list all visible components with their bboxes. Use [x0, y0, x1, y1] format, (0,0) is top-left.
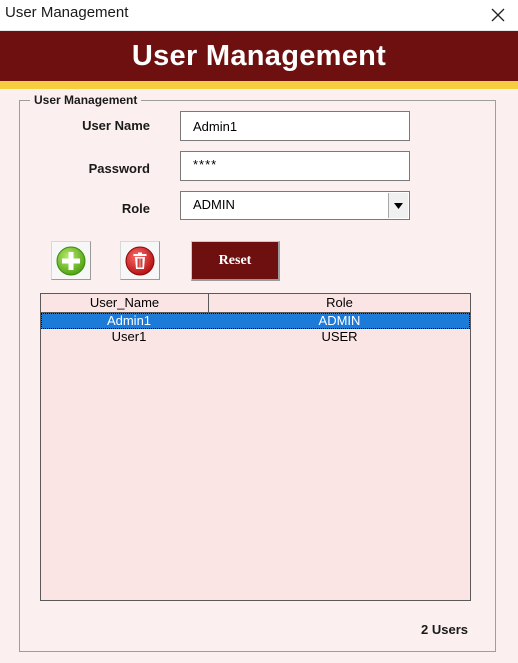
role-label: Role: [121, 201, 150, 216]
list-header: User_Name Role: [41, 294, 470, 313]
add-user-icon: [56, 246, 86, 275]
reset-button[interactable]: Reset: [191, 241, 280, 281]
username-input[interactable]: [180, 111, 410, 141]
group-label: User Management: [30, 93, 142, 107]
window-title: User Management: [5, 4, 129, 21]
delete-user-icon: [125, 246, 155, 275]
cell-role: ADMIN: [318, 313, 361, 328]
accent-bar: [0, 81, 518, 89]
close-icon: [491, 8, 505, 22]
window-titlebar: User Management: [0, 0, 518, 31]
page-title: User Management: [131, 39, 387, 72]
table-row[interactable]: User1 USER: [41, 329, 470, 345]
cell-user-name: User1: [111, 329, 147, 344]
delete-user-button[interactable]: [120, 241, 160, 280]
table-row[interactable]: Admin1 ADMIN: [41, 313, 470, 329]
cell-role: USER: [321, 329, 358, 344]
column-header-user-name[interactable]: User_Name: [41, 294, 209, 312]
role-select[interactable]: ADMIN: [180, 191, 410, 220]
chevron-down-icon: [394, 202, 403, 209]
cell-user-name: Admin1: [106, 313, 152, 328]
username-label: User Name: [82, 118, 150, 133]
password-input[interactable]: ****: [180, 151, 410, 181]
column-header-role[interactable]: Role: [209, 294, 470, 312]
password-label: Password: [88, 161, 150, 176]
close-button[interactable]: [478, 0, 518, 30]
header-banner: User Management: [0, 31, 518, 81]
add-user-button[interactable]: [51, 241, 91, 280]
role-select-value: ADMIN: [193, 197, 235, 212]
users-list[interactable]: User_Name Role Admin1 ADMIN User1 USER: [40, 293, 471, 601]
user-count: 2 Users: [421, 622, 468, 637]
role-dropdown-button[interactable]: [388, 193, 408, 218]
